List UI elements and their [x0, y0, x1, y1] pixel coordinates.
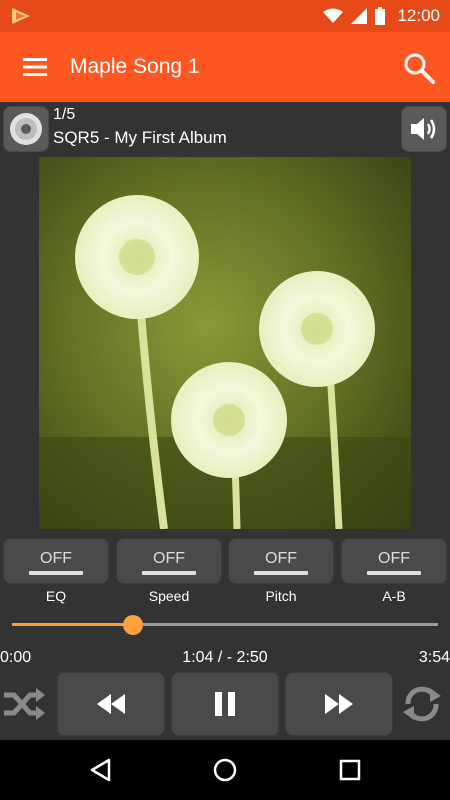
speed-label: Speed — [148, 588, 190, 604]
seek-progress — [12, 623, 133, 626]
disc-button[interactable] — [3, 106, 49, 152]
search-icon[interactable] — [402, 51, 436, 85]
speed-indicator — [142, 571, 196, 575]
album-art — [39, 157, 411, 529]
status-clock: 12:00 — [397, 6, 440, 25]
repeat-icon — [403, 686, 441, 722]
ab-state: OFF — [378, 550, 410, 567]
toggle-row: OFF EQ OFF Speed OFF Pitch OFF A-B — [0, 538, 450, 608]
menu-icon — [23, 58, 47, 76]
song-title: Maple Song 1 — [70, 55, 200, 78]
home-button[interactable] — [210, 755, 240, 785]
rewind-icon — [97, 694, 125, 714]
volume-icon — [411, 118, 436, 140]
repeat-button[interactable] — [400, 684, 444, 724]
back-button[interactable] — [85, 755, 115, 785]
pause-button[interactable] — [171, 672, 279, 736]
status-icons: 12:00 — [323, 0, 440, 32]
navigation-bar — [0, 740, 450, 800]
fast-forward-icon — [325, 694, 353, 714]
volume-button[interactable] — [401, 106, 447, 152]
recents-icon — [339, 759, 361, 781]
playback-controls — [0, 670, 450, 738]
seek-bar[interactable] — [12, 614, 438, 636]
app-notification-icon — [12, 8, 30, 24]
track-info-row: 1/5 SQR5 - My First Album — [0, 102, 450, 154]
dandelion-photo — [39, 157, 411, 529]
status-bar: 12:00 — [0, 0, 450, 32]
seek-thumb[interactable] — [123, 615, 143, 635]
pitch-label: Pitch — [265, 588, 297, 604]
shuffle-button[interactable] — [2, 684, 46, 724]
track-index: 1/5 — [53, 106, 76, 123]
eq-toggle[interactable]: OFF EQ — [3, 538, 109, 608]
eq-indicator — [29, 571, 83, 575]
end-time: 3:54 — [418, 649, 450, 666]
album-line: SQR5 - My First Album — [53, 128, 227, 147]
battery-icon — [375, 7, 386, 25]
eq-label: EQ — [45, 588, 67, 604]
shuffle-icon — [4, 688, 45, 720]
speed-state: OFF — [153, 550, 185, 567]
eq-state: OFF — [40, 550, 72, 567]
wifi-icon — [323, 8, 344, 23]
signal-icon — [351, 8, 368, 24]
ab-toggle[interactable]: OFF A-B — [341, 538, 447, 608]
rewind-button[interactable] — [57, 672, 165, 736]
current-time: 1:04 / - 2:50 — [182, 649, 268, 666]
app-bar: Maple Song 1 — [0, 32, 450, 102]
disc-icon — [10, 113, 42, 145]
fast-forward-button[interactable] — [285, 672, 393, 736]
pitch-state: OFF — [265, 550, 297, 567]
pitch-indicator — [254, 571, 308, 575]
ab-indicator — [367, 571, 421, 575]
pitch-toggle[interactable]: OFF Pitch — [228, 538, 334, 608]
home-icon — [213, 758, 237, 782]
menu-button[interactable] — [16, 53, 54, 81]
ab-label: A-B — [382, 588, 406, 604]
speed-toggle[interactable]: OFF Speed — [116, 538, 222, 608]
pause-icon — [215, 692, 235, 716]
recents-button[interactable] — [335, 755, 365, 785]
back-icon — [90, 758, 111, 782]
